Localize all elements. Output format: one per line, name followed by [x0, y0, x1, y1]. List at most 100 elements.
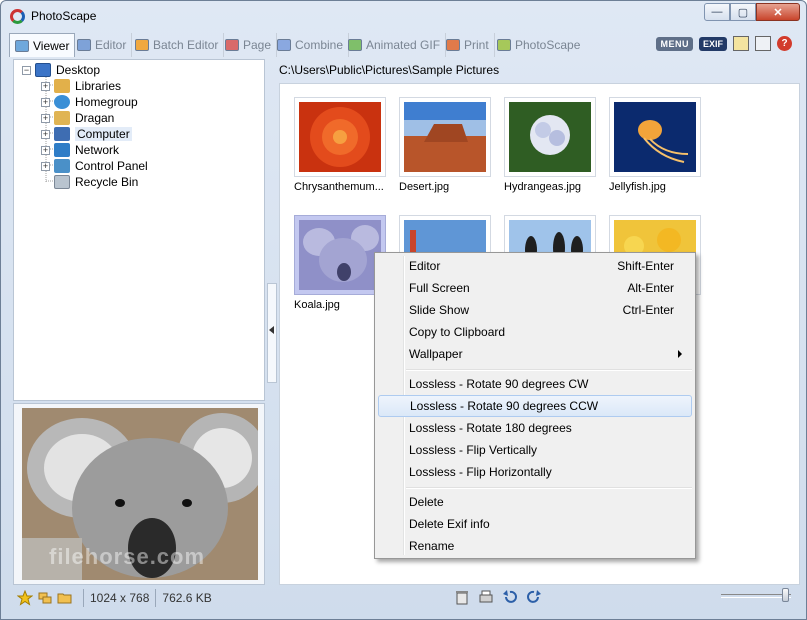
rotate-right-icon[interactable]	[525, 588, 543, 606]
copy-icon[interactable]	[755, 36, 771, 51]
open-folder-icon[interactable]	[57, 590, 73, 606]
tree-item-label: Homegroup	[75, 95, 138, 109]
tab-label: Page	[243, 38, 272, 52]
swap-folders-icon[interactable]	[37, 590, 53, 606]
bottom-toolbar	[453, 588, 543, 606]
tree-item-computer[interactable]: + Computer	[41, 126, 132, 142]
expand-icon[interactable]: +	[41, 161, 50, 171]
thumbnail-zoom-slider-track[interactable]	[721, 594, 791, 598]
thumbnail-name: Chrysanthemum...	[294, 181, 384, 193]
menu-separator	[406, 369, 692, 371]
thumbnail-frame[interactable]	[609, 97, 701, 177]
menu-item-copy-to-clipboard[interactable]: Copy to Clipboard	[378, 321, 692, 343]
printer-icon[interactable]	[477, 588, 495, 606]
maximize-button[interactable]: ▢	[730, 3, 756, 21]
menu-item-flip-horizontally[interactable]: Lossless - Flip Horizontally	[378, 461, 692, 483]
title-bar: PhotoScape — ▢ ✕	[1, 1, 806, 31]
tab-combine[interactable]: Combine	[272, 33, 350, 57]
menu-item-delete[interactable]: Delete	[378, 491, 692, 513]
menu-item-label: Slide Show	[409, 303, 470, 317]
network-icon	[54, 143, 70, 157]
thumbnail-frame[interactable]	[399, 97, 491, 177]
menu-button[interactable]: MENU	[656, 36, 693, 51]
thumbnail-item[interactable]: Hydrangeas.jpg	[504, 97, 596, 193]
desert-thumbnail	[404, 102, 486, 172]
photoscape-window: PhotoScape — ▢ ✕ Viewer Editor Batch Edi…	[0, 0, 807, 620]
film-icon[interactable]	[733, 36, 749, 51]
libraries-icon	[54, 79, 70, 93]
menu-item-label: Lossless - Flip Horizontally	[409, 465, 552, 479]
menu-item-label: Full Screen	[409, 281, 470, 295]
thumbnail-zoom-slider-thumb[interactable]	[782, 588, 789, 602]
tree-item-label: Dragan	[75, 111, 115, 125]
tab-label: Animated GIF	[366, 38, 441, 52]
tab-label: PhotoScape	[515, 38, 581, 52]
tab-page[interactable]: Page	[220, 33, 278, 57]
tree-item-dragan[interactable]: + Dragan	[41, 110, 114, 126]
tab-batch-editor[interactable]: Batch Editor	[130, 33, 225, 57]
panel-splitter[interactable]	[266, 59, 278, 585]
minimize-button[interactable]: —	[704, 3, 730, 21]
menu-item-flip-vertically[interactable]: Lossless - Flip Vertically	[378, 439, 692, 461]
tree-item-control-panel[interactable]: + Control Panel	[41, 158, 148, 174]
window-controls: — ▢ ✕	[704, 3, 800, 21]
computer-icon	[54, 127, 70, 141]
menu-item-rotate-180[interactable]: Lossless - Rotate 180 degrees	[378, 417, 692, 439]
tree-item-label: Computer	[75, 127, 132, 141]
star-icon[interactable]	[17, 590, 33, 606]
menu-item-shortcut: Ctrl-Enter	[622, 303, 674, 317]
print-icon	[446, 39, 460, 51]
rotate-left-icon[interactable]	[501, 588, 519, 606]
expand-icon[interactable]: +	[41, 129, 50, 139]
menu-item-label: Delete Exif info	[409, 517, 490, 531]
menu-item-full-screen[interactable]: Full Screen Alt-Enter	[378, 277, 692, 299]
thumbnail-item[interactable]: Jellyfish.jpg	[609, 97, 701, 193]
tab-photoscape[interactable]: PhotoScape	[492, 33, 585, 57]
tree-item-recycle-bin[interactable]: Recycle Bin	[54, 174, 138, 190]
homegroup-icon	[54, 95, 70, 109]
tab-animated-gif[interactable]: Animated GIF	[343, 33, 447, 57]
menu-item-slide-show[interactable]: Slide Show Ctrl-Enter	[378, 299, 692, 321]
trash-icon[interactable]	[453, 588, 471, 606]
tree-item-homegroup[interactable]: + Homegroup	[41, 94, 138, 110]
tree-item-network[interactable]: + Network	[41, 142, 119, 158]
editor-icon	[77, 39, 91, 51]
expand-icon[interactable]: +	[41, 97, 50, 107]
thumbnail-frame[interactable]	[294, 97, 386, 177]
expand-icon[interactable]: +	[41, 113, 50, 123]
menu-item-delete-exif[interactable]: Delete Exif info	[378, 513, 692, 535]
tree-item-desktop[interactable]: − Desktop	[22, 62, 100, 78]
menu-item-editor[interactable]: Editor Shift-Enter	[378, 255, 692, 277]
folder-path: C:\Users\Public\Pictures\Sample Pictures	[279, 63, 500, 77]
window-title: PhotoScape	[31, 9, 97, 23]
tab-editor[interactable]: Editor	[72, 33, 133, 57]
menu-item-label: Lossless - Rotate 90 degrees CW	[409, 377, 589, 391]
thumbnail-item[interactable]: Chrysanthemum...	[294, 97, 386, 193]
tree-item-libraries[interactable]: + Libraries	[41, 78, 121, 94]
tab-viewer[interactable]: Viewer	[9, 33, 76, 57]
hydrangeas-thumbnail	[509, 102, 591, 172]
desktop-icon	[35, 63, 51, 77]
tree-item-label: Libraries	[75, 79, 122, 93]
tab-label: Editor	[95, 38, 127, 52]
recycle-bin-icon	[54, 175, 70, 189]
photoscape-logo-icon	[10, 9, 25, 24]
tab-label: Batch Editor	[153, 38, 219, 52]
exif-button[interactable]: EXIF	[698, 36, 727, 51]
collapse-arrow-icon[interactable]	[269, 326, 274, 334]
help-icon[interactable]: ?	[777, 36, 792, 51]
thumbnail-frame-selected[interactable]	[294, 215, 386, 295]
menu-item-wallpaper[interactable]: Wallpaper	[378, 343, 692, 365]
thumbnail-frame[interactable]	[504, 97, 596, 177]
collapse-icon[interactable]: −	[22, 65, 31, 75]
tab-print[interactable]: Print	[441, 33, 495, 57]
expand-icon[interactable]: +	[41, 145, 50, 155]
close-button[interactable]: ✕	[756, 3, 800, 21]
menu-item-rotate-ccw[interactable]: Lossless - Rotate 90 degrees CCW	[378, 395, 692, 417]
tab-label: Combine	[295, 38, 344, 52]
thumbnail-item[interactable]: Koala.jpg	[294, 215, 386, 311]
menu-item-rename[interactable]: Rename	[378, 535, 692, 557]
thumbnail-item[interactable]: Desert.jpg	[399, 97, 491, 193]
expand-icon[interactable]: +	[41, 81, 50, 91]
menu-item-rotate-cw[interactable]: Lossless - Rotate 90 degrees CW	[378, 373, 692, 395]
